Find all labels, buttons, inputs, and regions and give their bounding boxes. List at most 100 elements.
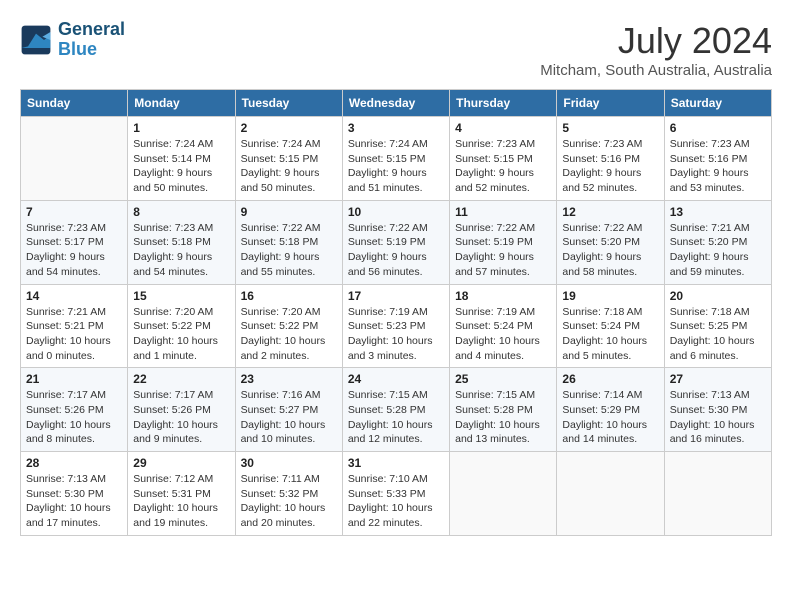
day-detail: Sunrise: 7:23 AMSunset: 5:18 PMDaylight:… bbox=[133, 221, 229, 280]
calendar-cell: 31Sunrise: 7:10 AMSunset: 5:33 PMDayligh… bbox=[342, 452, 449, 536]
calendar-cell: 9 Sunrise: 7:22 AMSunset: 5:18 PMDaylight… bbox=[235, 200, 342, 284]
calendar-cell: 25 Sunrise: 7:15 AMSunset: 5:28 PMDayligh… bbox=[450, 368, 557, 452]
day-detail: Sunrise: 7:15 AMSunset: 5:28 PMDaylight:… bbox=[455, 388, 551, 447]
calendar-cell: 29Sunrise: 7:12 AMSunset: 5:31 PMDayligh… bbox=[128, 452, 235, 536]
calendar-cell bbox=[450, 452, 557, 536]
day-number: 26 bbox=[562, 372, 658, 386]
day-detail: Sunrise: 7:14 AMSunset: 5:29 PMDaylight:… bbox=[562, 388, 658, 447]
calendar-week-row: 14 Sunrise: 7:21 AMSunset: 5:21 PMDayligh… bbox=[21, 284, 772, 368]
day-number: 8 bbox=[133, 205, 229, 219]
day-number: 14 bbox=[26, 289, 122, 303]
month-year: July 2024 bbox=[540, 20, 772, 62]
calendar-cell: 14 Sunrise: 7:21 AMSunset: 5:21 PMDayligh… bbox=[21, 284, 128, 368]
day-number: 31 bbox=[348, 456, 444, 470]
day-number: 29 bbox=[133, 456, 229, 470]
day-detail: Sunrise: 7:19 AMSunset: 5:24 PMDaylight:… bbox=[455, 305, 551, 364]
day-number: 2 bbox=[241, 121, 337, 135]
day-number: 11 bbox=[455, 205, 551, 219]
day-number: 18 bbox=[455, 289, 551, 303]
calendar-cell bbox=[21, 117, 128, 201]
calendar-table: SundayMondayTuesdayWednesdayThursdayFrid… bbox=[20, 89, 772, 536]
day-number: 9 bbox=[241, 205, 337, 219]
day-number: 30 bbox=[241, 456, 337, 470]
day-detail: Sunrise: 7:23 AMSunset: 5:16 PMDaylight:… bbox=[670, 137, 766, 196]
calendar-cell: 19Sunrise: 7:18 AMSunset: 5:24 PMDayligh… bbox=[557, 284, 664, 368]
calendar-cell: 23Sunrise: 7:16 AMSunset: 5:27 PMDayligh… bbox=[235, 368, 342, 452]
day-detail: Sunrise: 7:20 AMSunset: 5:22 PMDaylight:… bbox=[241, 305, 337, 364]
day-detail: Sunrise: 7:22 AMSunset: 5:18 PMDaylight:… bbox=[241, 221, 337, 280]
calendar-cell: 8 Sunrise: 7:23 AMSunset: 5:18 PMDaylight… bbox=[128, 200, 235, 284]
day-detail: Sunrise: 7:24 AMSunset: 5:14 PMDaylight:… bbox=[133, 137, 229, 196]
day-detail: Sunrise: 7:15 AMSunset: 5:28 PMDaylight:… bbox=[348, 388, 444, 447]
day-number: 21 bbox=[26, 372, 122, 386]
day-number: 6 bbox=[670, 121, 766, 135]
day-detail: Sunrise: 7:23 AMSunset: 5:16 PMDaylight:… bbox=[562, 137, 658, 196]
day-header-monday: Monday bbox=[128, 90, 235, 117]
location: Mitcham, South Australia, Australia bbox=[540, 62, 772, 79]
day-detail: Sunrise: 7:19 AMSunset: 5:23 PMDaylight:… bbox=[348, 305, 444, 364]
calendar-cell: 13 Sunrise: 7:21 AMSunset: 5:20 PMDayligh… bbox=[664, 200, 771, 284]
calendar-cell: 7Sunrise: 7:23 AMSunset: 5:17 PMDaylight… bbox=[21, 200, 128, 284]
day-header-thursday: Thursday bbox=[450, 90, 557, 117]
calendar-cell: 18 Sunrise: 7:19 AMSunset: 5:24 PMDayligh… bbox=[450, 284, 557, 368]
calendar-cell: 21 Sunrise: 7:17 AMSunset: 5:26 PMDayligh… bbox=[21, 368, 128, 452]
calendar-week-row: 28Sunrise: 7:13 AMSunset: 5:30 PMDayligh… bbox=[21, 452, 772, 536]
day-detail: Sunrise: 7:22 AMSunset: 5:19 PMDaylight:… bbox=[348, 221, 444, 280]
day-number: 25 bbox=[455, 372, 551, 386]
day-detail: Sunrise: 7:24 AMSunset: 5:15 PMDaylight:… bbox=[241, 137, 337, 196]
title-block: July 2024 Mitcham, South Australia, Aust… bbox=[540, 20, 772, 79]
day-number: 17 bbox=[348, 289, 444, 303]
day-detail: Sunrise: 7:13 AMSunset: 5:30 PMDaylight:… bbox=[670, 388, 766, 447]
day-number: 27 bbox=[670, 372, 766, 386]
day-detail: Sunrise: 7:22 AMSunset: 5:20 PMDaylight:… bbox=[562, 221, 658, 280]
day-detail: Sunrise: 7:22 AMSunset: 5:19 PMDaylight:… bbox=[455, 221, 551, 280]
day-number: 10 bbox=[348, 205, 444, 219]
day-detail: Sunrise: 7:21 AMSunset: 5:21 PMDaylight:… bbox=[26, 305, 122, 364]
day-detail: Sunrise: 7:23 AMSunset: 5:15 PMDaylight:… bbox=[455, 137, 551, 196]
day-detail: Sunrise: 7:18 AMSunset: 5:25 PMDaylight:… bbox=[670, 305, 766, 364]
calendar-cell: 16 Sunrise: 7:20 AMSunset: 5:22 PMDayligh… bbox=[235, 284, 342, 368]
day-number: 5 bbox=[562, 121, 658, 135]
day-number: 16 bbox=[241, 289, 337, 303]
logo-text: General Blue bbox=[58, 20, 125, 60]
day-header-sunday: Sunday bbox=[21, 90, 128, 117]
calendar-cell: 20 Sunrise: 7:18 AMSunset: 5:25 PMDayligh… bbox=[664, 284, 771, 368]
day-number: 12 bbox=[562, 205, 658, 219]
calendar-cell: 10 Sunrise: 7:22 AMSunset: 5:19 PMDayligh… bbox=[342, 200, 449, 284]
calendar-cell: 4 Sunrise: 7:23 AMSunset: 5:15 PMDaylight… bbox=[450, 117, 557, 201]
logo-icon bbox=[20, 24, 52, 56]
day-detail: Sunrise: 7:17 AMSunset: 5:26 PMDaylight:… bbox=[133, 388, 229, 447]
calendar-cell: 26 Sunrise: 7:14 AMSunset: 5:29 PMDayligh… bbox=[557, 368, 664, 452]
calendar-cell: 15 Sunrise: 7:20 AMSunset: 5:22 PMDayligh… bbox=[128, 284, 235, 368]
calendar-header-row: SundayMondayTuesdayWednesdayThursdayFrid… bbox=[21, 90, 772, 117]
day-number: 23 bbox=[241, 372, 337, 386]
day-header-wednesday: Wednesday bbox=[342, 90, 449, 117]
page-header: General Blue July 2024 Mitcham, South Au… bbox=[20, 20, 772, 79]
calendar-cell: 6 Sunrise: 7:23 AMSunset: 5:16 PMDaylight… bbox=[664, 117, 771, 201]
calendar-cell bbox=[664, 452, 771, 536]
day-detail: Sunrise: 7:17 AMSunset: 5:26 PMDaylight:… bbox=[26, 388, 122, 447]
calendar-cell: 30Sunrise: 7:11 AMSunset: 5:32 PMDayligh… bbox=[235, 452, 342, 536]
day-number: 4 bbox=[455, 121, 551, 135]
calendar-cell: 11 Sunrise: 7:22 AMSunset: 5:19 PMDayligh… bbox=[450, 200, 557, 284]
day-detail: Sunrise: 7:18 AMSunset: 5:24 PMDaylight:… bbox=[562, 305, 658, 364]
day-number: 20 bbox=[670, 289, 766, 303]
day-detail: Sunrise: 7:13 AMSunset: 5:30 PMDaylight:… bbox=[26, 472, 122, 531]
calendar-cell: 24Sunrise: 7:15 AMSunset: 5:28 PMDayligh… bbox=[342, 368, 449, 452]
day-detail: Sunrise: 7:20 AMSunset: 5:22 PMDaylight:… bbox=[133, 305, 229, 364]
calendar-cell: 1 Sunrise: 7:24 AMSunset: 5:14 PMDaylight… bbox=[128, 117, 235, 201]
day-number: 13 bbox=[670, 205, 766, 219]
day-detail: Sunrise: 7:21 AMSunset: 5:20 PMDaylight:… bbox=[670, 221, 766, 280]
day-header-friday: Friday bbox=[557, 90, 664, 117]
day-number: 15 bbox=[133, 289, 229, 303]
logo-line2: Blue bbox=[58, 40, 125, 60]
calendar-week-row: 1 Sunrise: 7:24 AMSunset: 5:14 PMDaylight… bbox=[21, 117, 772, 201]
calendar-cell: 27 Sunrise: 7:13 AMSunset: 5:30 PMDayligh… bbox=[664, 368, 771, 452]
calendar-cell bbox=[557, 452, 664, 536]
day-header-tuesday: Tuesday bbox=[235, 90, 342, 117]
day-number: 1 bbox=[133, 121, 229, 135]
calendar-cell: 28Sunrise: 7:13 AMSunset: 5:30 PMDayligh… bbox=[21, 452, 128, 536]
calendar-cell: 17 Sunrise: 7:19 AMSunset: 5:23 PMDayligh… bbox=[342, 284, 449, 368]
day-header-saturday: Saturday bbox=[664, 90, 771, 117]
day-number: 7 bbox=[26, 205, 122, 219]
